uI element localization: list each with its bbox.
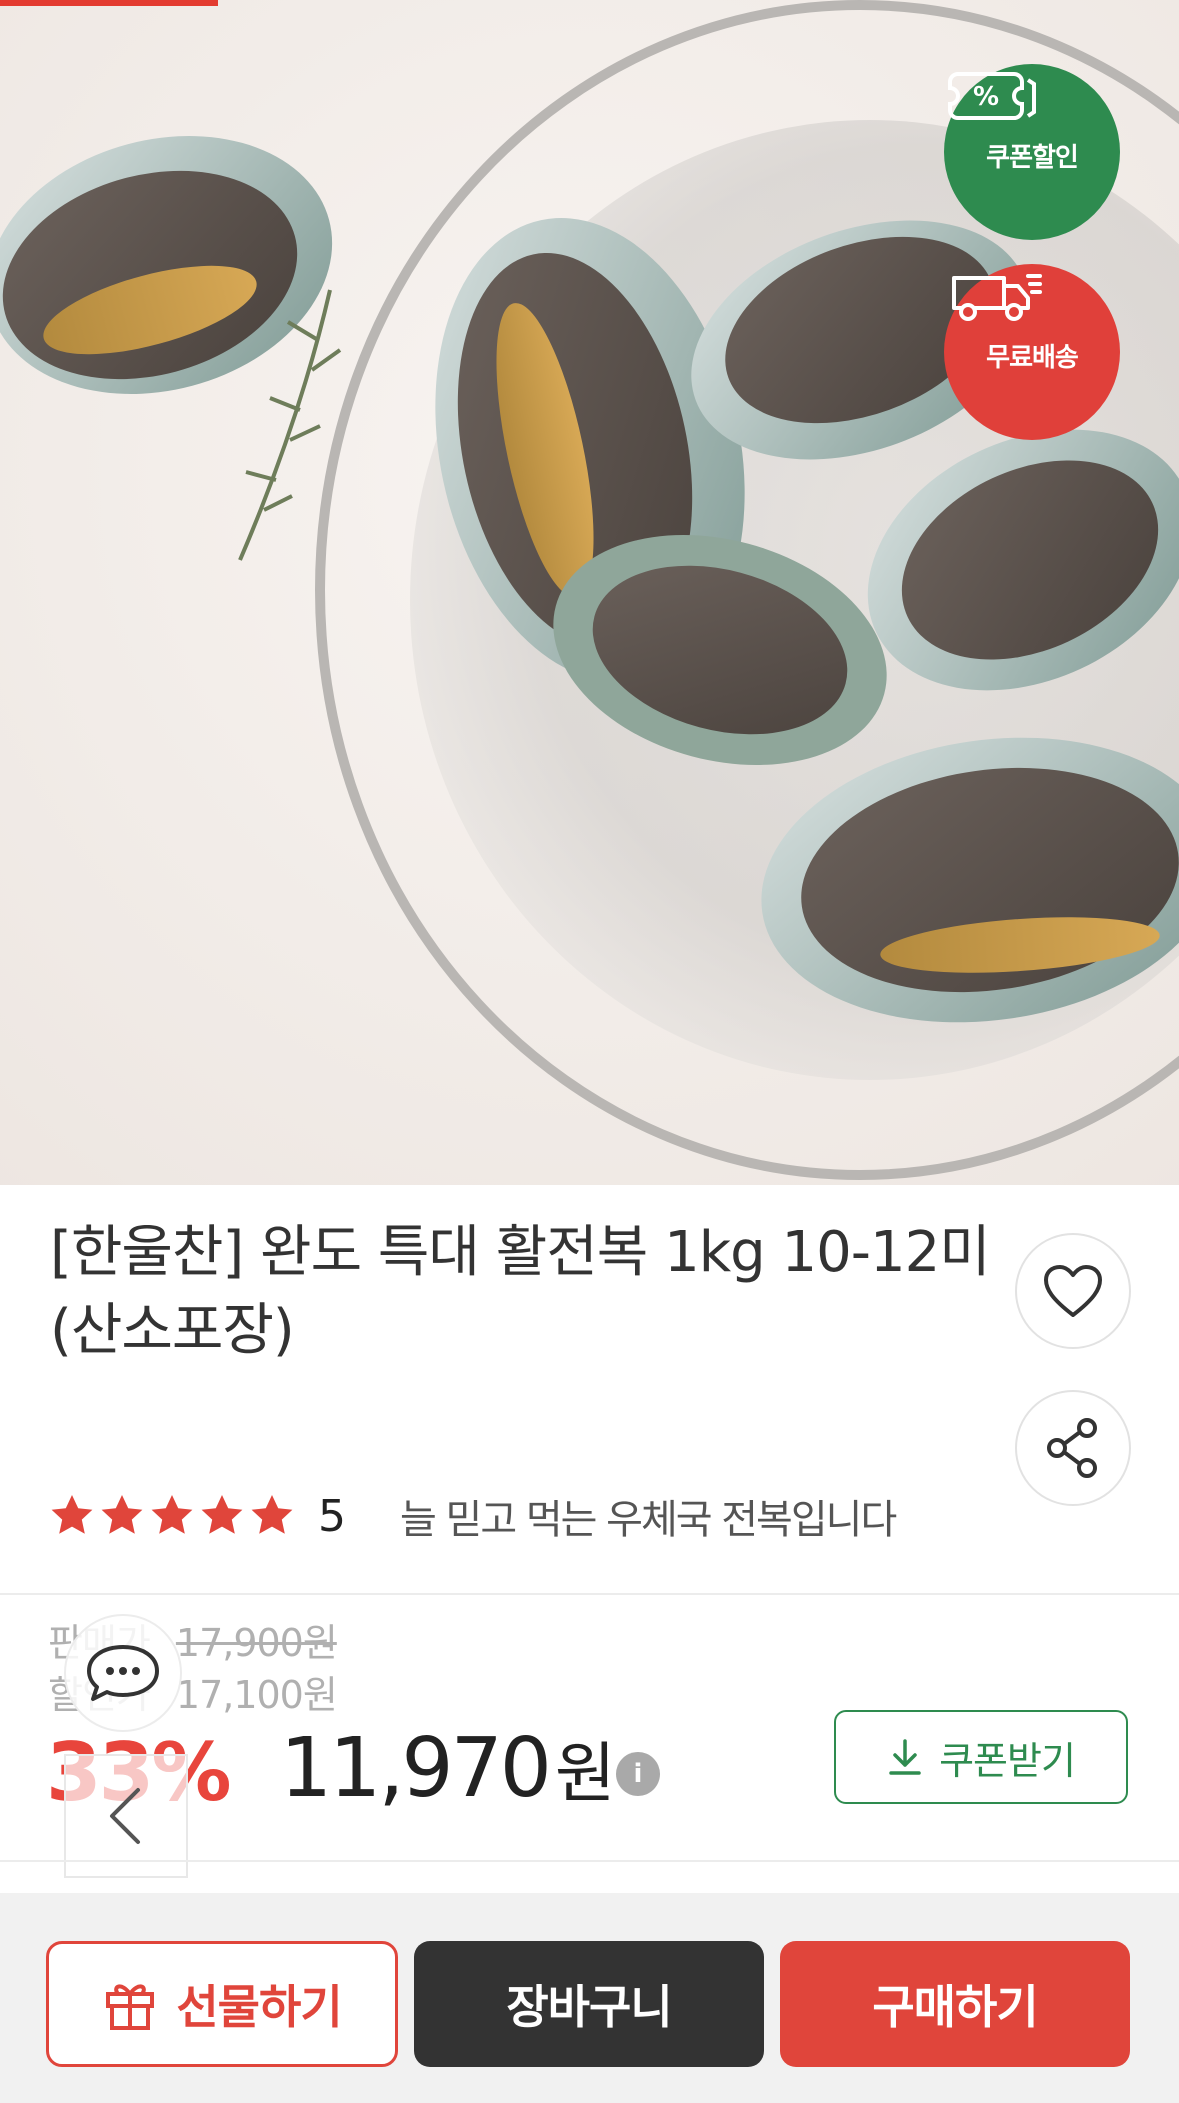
- chevron-left-icon: [110, 1788, 140, 1844]
- star-icon: [151, 1495, 193, 1534]
- star-icon: [101, 1495, 143, 1534]
- divider: [0, 1593, 1179, 1595]
- cart-button[interactable]: 장바구니: [414, 1941, 764, 2067]
- product-tagline: 늘 믿고 먹는 우체국 전복입니다: [400, 1497, 897, 1543]
- price-info-icon[interactable]: i: [616, 1752, 660, 1796]
- discount-price-value: 17,100원: [175, 1673, 338, 1717]
- star-icon: [201, 1495, 243, 1534]
- divider: [0, 1860, 1179, 1862]
- star-icon: [251, 1495, 293, 1534]
- coupon-percent-icon: %: [948, 72, 1036, 120]
- product-hero-image[interactable]: % 쿠폰할인 무료배송: [0, 0, 1179, 1185]
- get-coupon-button[interactable]: 쿠폰받기: [834, 1710, 1128, 1804]
- final-price-value: 11,970: [280, 1721, 552, 1816]
- gift-label: 선물하기: [176, 1980, 342, 2034]
- cart-label: 장바구니: [506, 1980, 672, 2034]
- coupon-discount-badge: % 쿠폰할인: [944, 64, 1120, 240]
- gift-icon: [106, 1984, 155, 2030]
- final-price: 11,970원: [280, 1720, 616, 1816]
- svg-text:%: %: [973, 82, 999, 112]
- chat-button[interactable]: [64, 1614, 182, 1732]
- chat-bubble-icon: [87, 1645, 159, 1701]
- gift-button[interactable]: 선물하기: [46, 1941, 398, 2067]
- image-progress-fill: [0, 0, 219, 6]
- buy-label: 구매하기: [872, 1980, 1038, 2034]
- star-icon: [51, 1495, 93, 1534]
- sale-price-value: 17,900원: [175, 1621, 338, 1665]
- final-price-unit: 원: [554, 1735, 616, 1812]
- heart-icon: [1044, 1265, 1102, 1317]
- wishlist-button[interactable]: [1015, 1233, 1131, 1349]
- share-button[interactable]: [1015, 1390, 1131, 1506]
- product-title: [한울찬] 완도 특대 활전복 1kg 10-12미 (산소포장): [50, 1220, 991, 1363]
- free-shipping-badge: 무료배송: [944, 264, 1120, 440]
- rating-row: 5 늘 믿고 먹는 우체국 전복입니다: [48, 1486, 897, 1546]
- download-icon: [889, 1739, 921, 1775]
- get-coupon-label: 쿠폰받기: [939, 1738, 1076, 1783]
- rating-value: 5: [318, 1490, 346, 1542]
- bottom-action-bar: 선물하기 장바구니 구매하기: [0, 1893, 1179, 2103]
- shipping-badge-label: 무료배송: [986, 342, 1079, 373]
- buy-button[interactable]: 구매하기: [780, 1941, 1130, 2067]
- coupon-badge-label: 쿠폰할인: [986, 142, 1079, 173]
- delivery-truck-icon: [952, 274, 1042, 321]
- image-progress-bar: [0, 0, 1179, 6]
- star-rating: [48, 1492, 296, 1540]
- share-icon: [1047, 1418, 1097, 1478]
